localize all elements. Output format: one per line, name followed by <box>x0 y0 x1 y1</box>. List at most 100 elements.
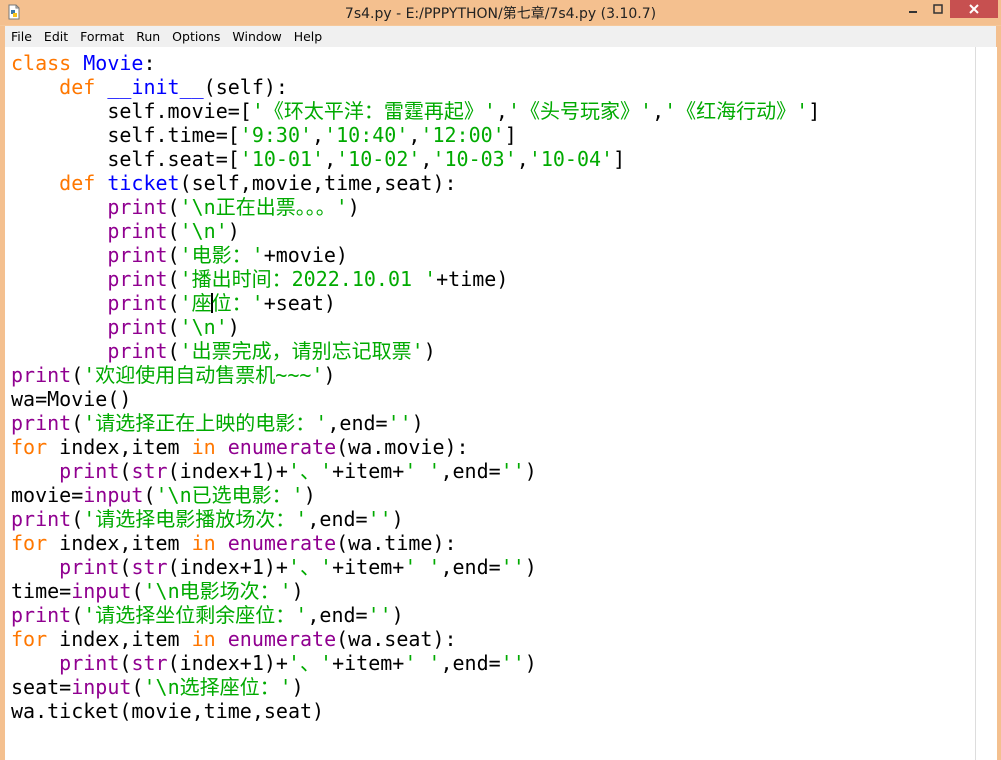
code-token: ) <box>347 195 360 219</box>
code-token: ) <box>391 603 404 627</box>
code-token: ] <box>808 99 821 123</box>
code-token: enumerate <box>227 627 337 651</box>
code-line: print('\n') <box>11 315 820 339</box>
code-token: '\n' <box>179 219 228 243</box>
code-token: def <box>59 171 96 195</box>
code-token: print <box>107 243 168 267</box>
code-token: print <box>59 555 120 579</box>
code-token: wa.ticket(movie,time,seat) <box>11 699 325 723</box>
code-line: for index,item in enumerate(wa.seat): <box>11 627 820 651</box>
code-token: '、' <box>287 459 333 483</box>
code-line: print('播出时间：2022.10.01 '+time) <box>11 267 820 291</box>
code-text[interactable]: class Movie: def __init__(self): self.mo… <box>11 51 820 723</box>
code-token: ) <box>423 339 436 363</box>
code-token: '10:40' <box>324 123 409 147</box>
code-token: ' ' <box>404 459 441 483</box>
code-token: Movie <box>83 51 144 75</box>
code-token: '请选择坐位剩余座位：' <box>83 603 308 627</box>
code-token: index,item <box>47 531 192 555</box>
code-token: '10-02' <box>336 147 421 171</box>
code-token: '9:30' <box>239 123 313 147</box>
vertical-scrollbar[interactable] <box>975 47 997 760</box>
code-token: ) <box>227 315 240 339</box>
code-token: ( <box>167 243 180 267</box>
code-token: ( <box>167 291 180 315</box>
code-token: '10-03' <box>432 147 517 171</box>
code-token: '电影：' <box>179 243 264 267</box>
close-icon <box>969 4 979 14</box>
code-token: in <box>191 627 216 651</box>
code-token: in <box>191 435 216 459</box>
code-token: '\n选择座位：' <box>143 675 292 699</box>
code-token: ,end= <box>327 411 388 435</box>
code-line: print('电影：'+movie) <box>11 243 820 267</box>
code-token: ] <box>504 123 517 147</box>
code-line: print(str(index+1)+'、'+item+' ',end='') <box>11 651 820 675</box>
code-token: for <box>11 531 48 555</box>
code-token: input <box>71 675 132 699</box>
code-token: , <box>408 123 421 147</box>
menu-window[interactable]: Window <box>226 26 287 47</box>
code-token: ( <box>131 579 144 603</box>
code-editor[interactable]: class Movie: def __init__(self): self.mo… <box>5 47 975 760</box>
title-bar[interactable]: 7s4.py - E:/PPPYTHON/第七章/7s4.py (3.10.7) <box>0 0 1001 25</box>
code-token: str <box>131 459 168 483</box>
code-token: ( <box>71 411 84 435</box>
code-line: print('\n正在出票。。。') <box>11 195 820 219</box>
code-token: ( <box>71 363 84 387</box>
code-token: (index+1)+ <box>167 459 288 483</box>
menu-file[interactable]: File <box>5 26 38 47</box>
code-token: ticket <box>107 171 180 195</box>
menu-help[interactable]: Help <box>288 26 329 47</box>
code-token: str <box>131 555 168 579</box>
menu-edit[interactable]: Edit <box>38 26 74 47</box>
code-token: ] <box>613 147 626 171</box>
code-token: seat= <box>11 675 72 699</box>
code-token: ) <box>524 459 537 483</box>
code-token: '' <box>500 555 525 579</box>
menu-options[interactable]: Options <box>166 26 226 47</box>
menu-format[interactable]: Format <box>74 26 130 47</box>
code-token: '12:00' <box>420 123 505 147</box>
minimize-button[interactable] <box>900 0 925 18</box>
code-line: class Movie: <box>11 51 820 75</box>
code-token: index,item <box>47 435 192 459</box>
code-token: ) <box>303 483 316 507</box>
code-token: ( <box>167 267 180 291</box>
code-line: print('请选择坐位剩余座位：',end='') <box>11 603 820 627</box>
code-line: self.movie=['《环太平洋：雷霆再起》','《头号玩家》','《红海行… <box>11 99 820 123</box>
maximize-icon <box>932 4 943 14</box>
code-line: def ticket(self,movie,time,seat): <box>11 171 820 195</box>
code-token: class <box>11 51 72 75</box>
code-token: , <box>516 147 529 171</box>
code-token: ( <box>167 339 180 363</box>
code-token: in <box>191 531 216 555</box>
code-token: : <box>143 51 156 75</box>
code-token: ,end= <box>440 651 501 675</box>
code-token: '' <box>367 603 392 627</box>
code-line: print('请选择正在上映的电影：',end='') <box>11 411 820 435</box>
code-token: (wa.time): <box>336 531 457 555</box>
code-token: '出票完成，请别忘记取票' <box>179 339 424 363</box>
code-line: for index,item in enumerate(wa.movie): <box>11 435 820 459</box>
code-token: self.time=[ <box>11 123 240 147</box>
close-button[interactable] <box>950 0 998 18</box>
code-token: ( <box>167 195 180 219</box>
code-token: print <box>107 339 168 363</box>
code-token: '10-01' <box>239 147 325 171</box>
maximize-button[interactable] <box>925 0 950 18</box>
code-token: print <box>107 315 168 339</box>
menu-run[interactable]: Run <box>130 26 166 47</box>
code-line: print(str(index+1)+'、'+item+' ',end='') <box>11 555 820 579</box>
code-token: ) <box>323 363 336 387</box>
code-token: , <box>420 147 433 171</box>
